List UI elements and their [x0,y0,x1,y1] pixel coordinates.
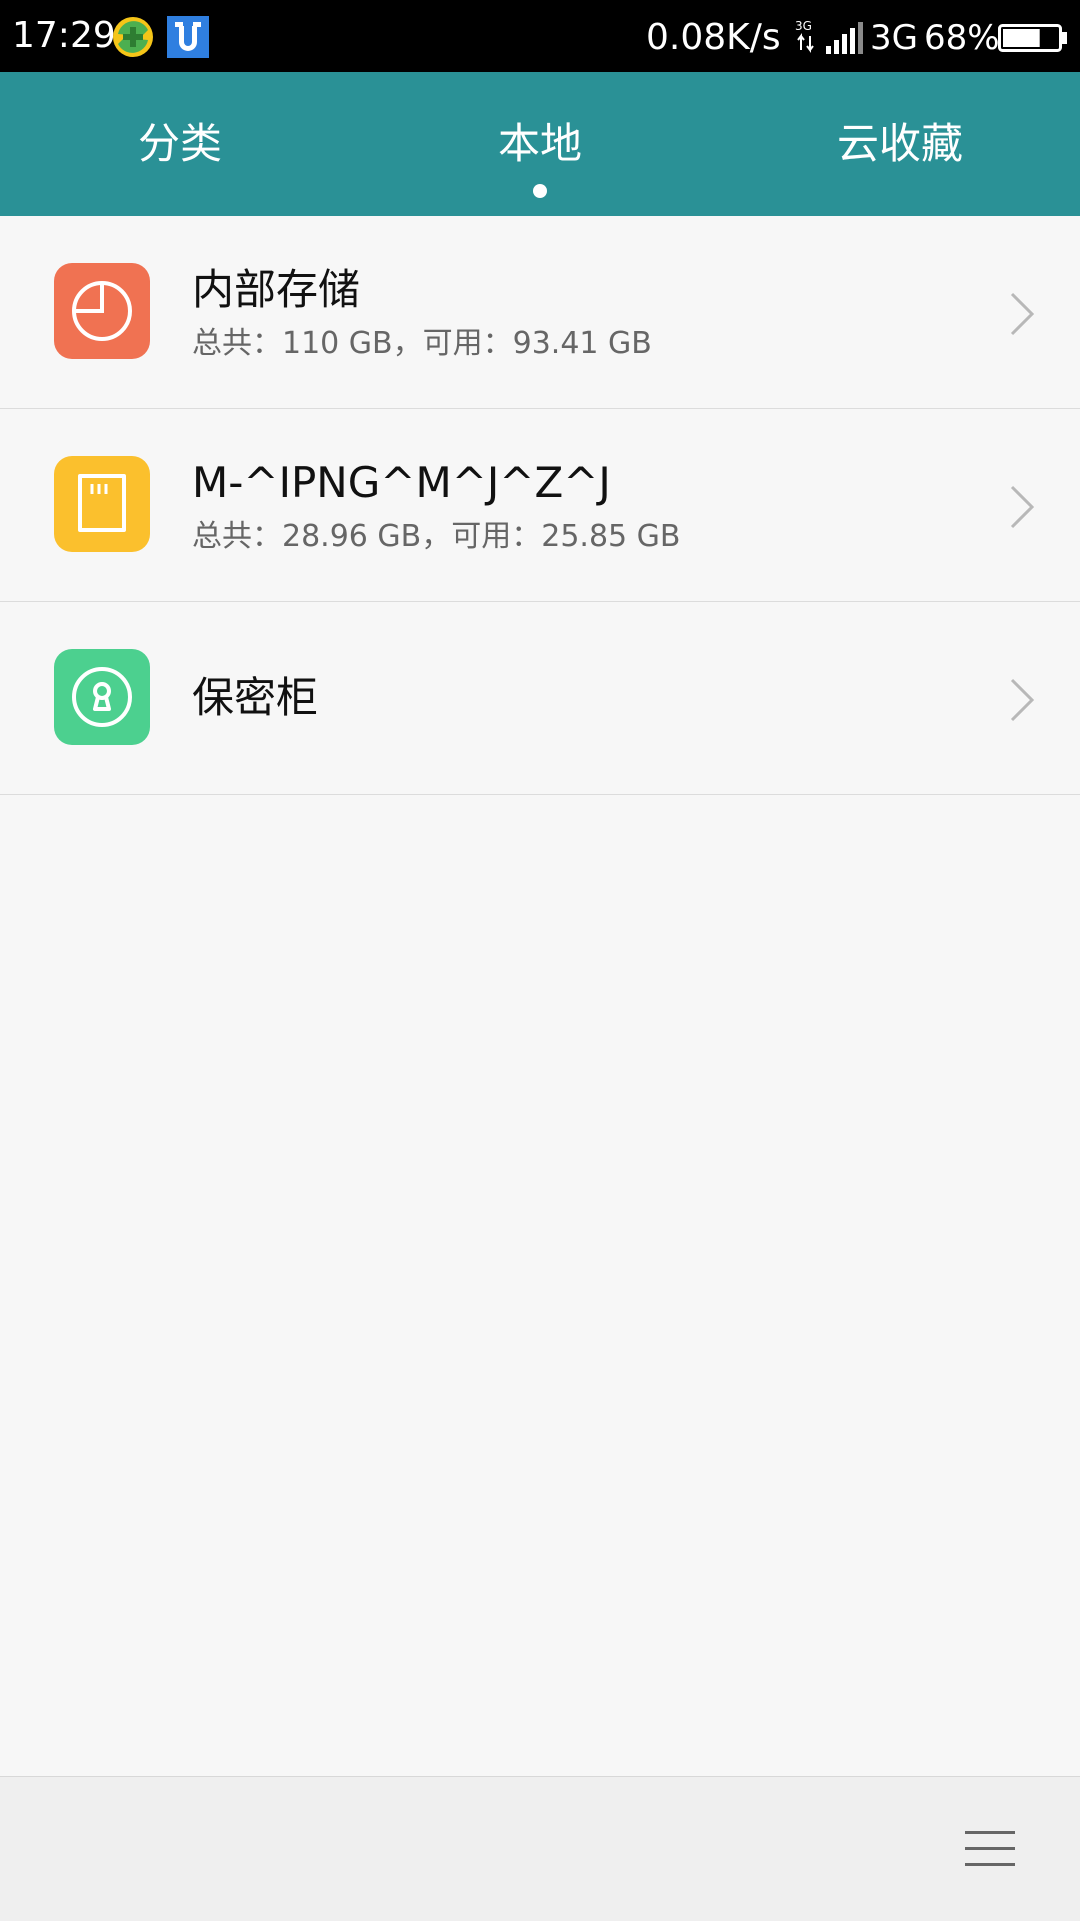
status-bar: 17:29 0.08K/s 3G 3G 68% [0,0,1080,72]
pie-chart-icon [72,281,132,341]
sd-card-icon [78,474,126,532]
tab-header: 分类 本地 云收藏 [0,72,1080,216]
item-subtitle: 总共：110 GB，可用：93.41 GB [192,326,652,361]
list-item-sd-card[interactable]: M-^IPNG^M^J^Z^J 总共：28.96 GB，可用：25.85 GB [0,409,1080,602]
network-type: 3G [870,18,918,58]
item-title: 内部存储 [192,265,361,314]
status-time: 17:29 [12,15,116,56]
chevron-right-icon [1010,292,1035,336]
list-item-safe-box[interactable]: 保密柜 [0,602,1080,795]
storage-list: 内部存储 总共：110 GB，可用：93.41 GB M-^IPNG^M^J^Z… [0,216,1080,795]
network-small-label: 3G [795,19,812,33]
list-item-internal-storage[interactable]: 内部存储 总共：110 GB，可用：93.41 GB [0,216,1080,409]
sd-card-tile [54,456,150,552]
menu-icon[interactable] [960,1823,1020,1875]
data-activity-icon: 3G [795,19,814,53]
chevron-right-icon [1010,678,1035,722]
battery-percent: 68% [924,18,1000,58]
item-title: M-^IPNG^M^J^Z^J [192,458,611,507]
notification-app-icon [167,16,209,58]
signal-strength-icon [826,22,863,54]
active-tab-indicator [533,184,547,198]
bottom-bar [0,1776,1080,1921]
tab-category[interactable]: 分类 [0,72,360,216]
internal-storage-tile [54,263,150,359]
add-app-icon [113,17,153,57]
network-speed: 0.08K/s [646,17,781,58]
tab-cloud-favorites[interactable]: 云收藏 [720,72,1080,216]
battery-icon [998,24,1067,52]
item-title: 保密柜 [192,673,319,722]
chevron-right-icon [1010,485,1035,529]
item-subtitle: 总共：28.96 GB，可用：25.85 GB [192,519,681,554]
lock-icon [72,667,132,727]
safe-box-tile [54,649,150,745]
